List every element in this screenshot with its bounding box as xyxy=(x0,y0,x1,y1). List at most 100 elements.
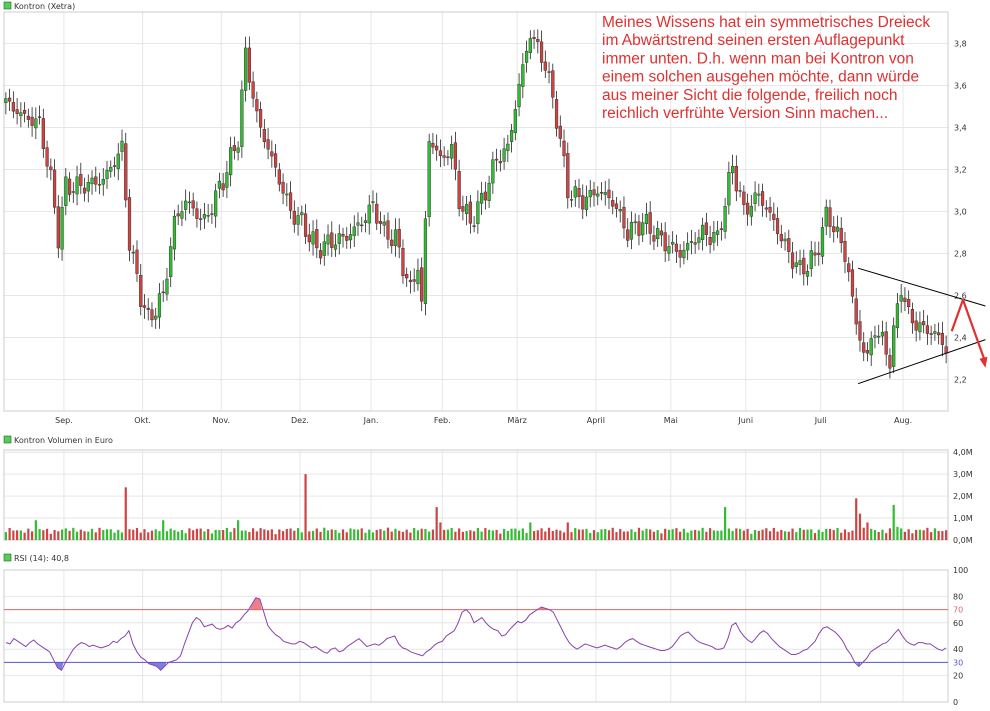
x-tick-label: Aug. xyxy=(894,416,912,425)
volume-bar xyxy=(315,528,318,540)
candle-body xyxy=(805,271,810,277)
volume-bar xyxy=(443,529,446,540)
candle-body xyxy=(629,222,634,240)
candle-body xyxy=(731,166,735,174)
volume-bar xyxy=(416,530,420,540)
volume-bar xyxy=(289,528,292,540)
candle-body xyxy=(109,166,113,172)
candle-body xyxy=(543,61,547,71)
candle-body xyxy=(832,226,836,233)
candle-body xyxy=(498,161,502,164)
candle-body xyxy=(532,37,536,39)
rsi-frame xyxy=(3,569,949,703)
candle-body xyxy=(607,189,611,199)
volume-bar xyxy=(581,529,584,540)
candle-body xyxy=(712,232,716,243)
candle-body xyxy=(408,279,413,283)
candle-body xyxy=(869,338,873,356)
candle-body xyxy=(210,213,214,215)
volume-bar xyxy=(424,528,427,540)
volume-bar xyxy=(780,529,783,540)
volume-bar xyxy=(795,532,798,540)
candle-body xyxy=(397,228,401,248)
candle-body xyxy=(472,225,476,227)
volume-bar xyxy=(506,530,509,540)
volume-bar xyxy=(349,528,352,540)
volume-bar xyxy=(855,498,858,540)
volume-bar xyxy=(263,529,266,540)
candle-body xyxy=(877,335,881,338)
volume-bar xyxy=(285,529,288,540)
candle-body xyxy=(922,321,926,326)
candle-body xyxy=(465,204,469,214)
candle-body xyxy=(476,201,480,224)
candle-body xyxy=(34,118,38,129)
volume-bar xyxy=(413,528,416,540)
volume-legend-icon xyxy=(3,435,12,444)
volume-bar xyxy=(660,533,663,540)
volume-bar xyxy=(611,527,614,540)
volume-bar xyxy=(574,528,577,540)
candle-body xyxy=(734,166,738,192)
volume-bar xyxy=(233,528,236,540)
candle-body xyxy=(622,206,626,229)
volume-bar xyxy=(60,529,64,540)
candle-body xyxy=(745,202,750,215)
candle-body xyxy=(457,171,461,209)
volume-bar xyxy=(555,529,558,540)
volume-bar xyxy=(240,530,243,540)
candle-body xyxy=(824,206,828,227)
candle-body xyxy=(914,320,918,331)
volume-bar xyxy=(4,532,7,540)
candle-body xyxy=(509,130,514,142)
candle-body xyxy=(907,298,911,308)
candle-body xyxy=(671,242,675,245)
volume-bar xyxy=(746,528,749,540)
volume-bar xyxy=(296,528,300,540)
candle-body xyxy=(453,142,457,170)
volume-bar xyxy=(45,528,49,540)
candle-body xyxy=(656,228,660,240)
candle-body xyxy=(802,257,806,275)
volume-bar xyxy=(214,529,217,540)
annotation-text: Meines Wissens hat ein symmetrisches Dre… xyxy=(602,14,935,122)
candle-body xyxy=(348,234,353,241)
volume-bar xyxy=(645,528,648,540)
volume-bar xyxy=(731,530,734,540)
volume-bar xyxy=(300,532,303,540)
volume-bar xyxy=(900,528,903,540)
price-y-tick-label: 3,6 xyxy=(954,82,967,91)
volume-bar xyxy=(536,530,539,540)
volume-bar xyxy=(135,528,139,540)
volume-bar xyxy=(431,529,435,540)
candle-body xyxy=(517,83,521,108)
volume-bar xyxy=(562,532,566,540)
volume-bar xyxy=(162,520,165,540)
volume-bar xyxy=(199,528,202,540)
candle-body xyxy=(637,221,641,236)
candle-body xyxy=(75,176,79,195)
volume-bar xyxy=(23,532,26,540)
volume-bar xyxy=(757,530,760,540)
candle-body xyxy=(480,192,484,204)
candle-body xyxy=(199,218,203,220)
volume-bar xyxy=(195,528,199,540)
volume-bar xyxy=(701,527,704,540)
candle-body xyxy=(288,192,293,211)
candle-body xyxy=(311,231,315,245)
volume-bar xyxy=(8,527,11,540)
price-y-ticks: 2,2 2,4 2,6 2,8 3,0 3,2 3,4 3,6 3,8 xyxy=(954,40,967,385)
x-tick-label: Dez. xyxy=(291,416,309,425)
candle-body xyxy=(180,211,184,219)
price-y-tick-label: 3,2 xyxy=(954,166,967,175)
candle-body xyxy=(367,204,371,224)
candle-body xyxy=(558,125,562,139)
candle-body xyxy=(663,232,667,252)
volume-bar xyxy=(547,527,551,540)
volume-bar xyxy=(420,528,423,540)
candle-body xyxy=(727,172,731,206)
candle-body xyxy=(416,269,420,285)
volume-bar xyxy=(488,529,491,540)
volume-bar xyxy=(210,533,214,540)
volume-bar xyxy=(386,527,390,540)
